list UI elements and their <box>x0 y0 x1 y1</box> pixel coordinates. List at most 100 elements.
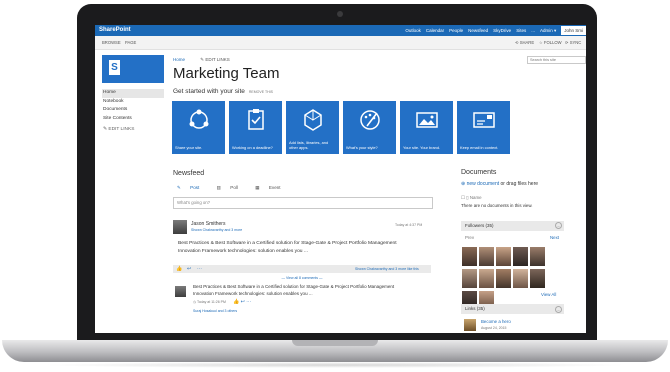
publisher-tabs: ✎ Post ▥ Poll ▦ Event <box>177 185 297 191</box>
search-input[interactable]: Search this site <box>527 56 586 64</box>
view-all-comments[interactable]: — View all 8 comments — <box>173 276 431 280</box>
suite-link-calendar[interactable]: Calendar <box>426 28 444 33</box>
documents-heading: Documents <box>461 169 497 176</box>
tab-event-label: Event <box>268 185 281 190</box>
suite-link-sites[interactable]: Sites <box>516 28 526 33</box>
tile-brand-label: Your site. Your brand. <box>403 145 441 151</box>
new-document-label: new document <box>466 181 500 187</box>
follower-avatar[interactable] <box>513 269 528 288</box>
link-title[interactable]: Become a hero <box>481 319 511 324</box>
documents-column: ☐ ▯ Name <box>461 195 482 201</box>
nav-item-home[interactable]: Home <box>102 89 164 98</box>
reply-avatar[interactable] <box>175 286 186 297</box>
edit-links-button[interactable]: ✎ EDIT LINKS <box>102 126 164 135</box>
post-text-line2: Innovation Framework technologies: solut… <box>178 248 308 254</box>
links-heading: Links (35) <box>465 306 485 311</box>
follower-avatar[interactable] <box>496 269 511 288</box>
followers-view-all[interactable]: View All <box>541 292 556 297</box>
follower-avatar[interactable] <box>462 247 477 266</box>
breadcrumb-home[interactable]: Home <box>173 57 185 62</box>
more-icon[interactable]: ⋯ <box>197 266 202 272</box>
nav-item-notebook[interactable]: Notebook <box>102 98 164 107</box>
follower-avatar[interactable] <box>530 247 545 266</box>
page-title: Marketing Team <box>173 65 280 82</box>
suite-link-people[interactable]: People <box>449 28 463 33</box>
breadcrumb-edit-links[interactable]: ✎ EDIT LINKS <box>200 57 229 62</box>
tile-add-apps[interactable]: Add lists, libraries, and other apps. <box>286 101 339 154</box>
camera-icon <box>337 11 343 17</box>
get-started-text: Get started with your site <box>173 88 245 95</box>
nav-item-site-contents[interactable]: Site Contents <box>102 115 164 124</box>
tile-email[interactable]: Keep email in context. <box>457 101 510 154</box>
quick-launch: Home Notebook Documents Site Contents ✎ … <box>102 89 164 135</box>
suite-link-admin[interactable]: Admin ▾ <box>540 28 556 34</box>
link-thumbnail[interactable] <box>464 319 476 331</box>
site-logo[interactable]: S <box>102 55 164 83</box>
follower-avatar[interactable] <box>513 247 528 266</box>
landscape-image-icon <box>416 112 438 128</box>
tab-poll[interactable]: ▥ Poll <box>217 185 246 190</box>
tab-post[interactable]: ✎ Post <box>177 185 207 190</box>
get-started-heading: Get started with your site REMOVE THIS <box>173 88 273 95</box>
poll-icon: ▥ <box>216 185 221 190</box>
post-input[interactable]: What's going on? <box>173 197 433 209</box>
get-started-tiles: Share your site. Working on a deadline? … <box>172 101 514 154</box>
sharepoint-brand[interactable]: SharePoint <box>99 27 131 33</box>
new-document-link[interactable]: ⊕ new document <box>461 181 499 187</box>
search-placeholder: Search this site <box>530 58 556 62</box>
drag-files-text: or drag files here <box>500 181 539 187</box>
followers-prev[interactable]: Prev <box>465 235 474 240</box>
tab-event[interactable]: ▦ Event <box>255 185 288 190</box>
post-input-placeholder: What's going on? <box>177 200 211 205</box>
tile-share[interactable]: Share your site. <box>172 101 225 154</box>
tile-style[interactable]: What's your style? <box>343 101 396 154</box>
follower-avatar[interactable] <box>496 247 511 266</box>
link-date: August 24, 2015 <box>481 326 507 330</box>
suite-link-newsfeed[interactable]: Newsfeed <box>468 28 488 33</box>
tile-brand[interactable]: Your site. Your brand. <box>400 101 453 154</box>
laptop-shadow <box>40 362 630 368</box>
tab-post-label: Post <box>190 185 200 190</box>
collapse-icon[interactable]: – <box>555 222 562 229</box>
avatar[interactable] <box>173 220 187 234</box>
tab-browse[interactable]: BROWSE <box>102 40 121 45</box>
followers-heading: Followers (35) <box>465 223 494 228</box>
post-author[interactable]: Jason Smithers <box>191 221 225 227</box>
post-meta[interactable]: Shown Chakravarthy and 3 more <box>191 228 242 232</box>
collapse-icon[interactable]: – <box>555 306 562 313</box>
remove-this-link[interactable]: REMOVE THIS <box>249 90 273 94</box>
suite-link-outlook[interactable]: Outlook <box>405 28 421 33</box>
reply-icon[interactable]: ↩ <box>187 266 191 272</box>
edit-links-label: EDIT LINKS <box>205 57 230 62</box>
nav-item-documents[interactable]: Documents <box>102 106 164 115</box>
reply-time: Today at 11:26 PM <box>196 300 226 304</box>
clock-icon: ◷ <box>193 300 197 304</box>
tile-email-label: Keep email in context. <box>460 145 499 151</box>
mail-card-icon <box>473 112 495 128</box>
reply-like-icon[interactable]: 👍 ↩ ⋯ <box>233 299 251 305</box>
suite-link-more[interactable]: ... <box>531 28 535 33</box>
reply-likes[interactable]: Suraj Hosakuul and 3 others <box>193 309 237 313</box>
pencil-icon: ✎ <box>103 127 108 132</box>
tile-share-label: Share your site. <box>175 145 203 151</box>
tile-style-label: What's your style? <box>346 145 378 151</box>
follower-avatar[interactable] <box>462 269 477 288</box>
post-likes[interactable]: Shown Chakravarthy and 3 more like this <box>355 267 419 271</box>
reply-time-wrap: ◷ Today at 11:26 PM <box>193 300 226 304</box>
follower-avatar[interactable] <box>479 247 494 266</box>
user-menu[interactable]: John Smi <box>561 26 586 35</box>
follower-avatar[interactable] <box>530 269 545 288</box>
share-button[interactable]: ⟲ SHARE <box>515 40 534 45</box>
tab-page[interactable]: PAGE <box>125 40 136 45</box>
document-file-icon: ▯ <box>466 195 469 200</box>
post-actions: 👍 ↩ ⋯ Shown Chakravarthy and 3 more like… <box>173 265 431 273</box>
suite-link-skydrive[interactable]: SkyDrive <box>493 28 511 33</box>
like-icon[interactable]: 👍 <box>176 266 182 272</box>
follower-avatar[interactable] <box>479 269 494 288</box>
select-all-checkbox[interactable]: ☐ <box>461 195 465 200</box>
column-name[interactable]: Name <box>470 195 482 200</box>
follow-button[interactable]: ☆ FOLLOW <box>539 40 562 45</box>
followers-next[interactable]: Next <box>550 235 559 240</box>
tile-deadline[interactable]: Working on a deadline? <box>229 101 282 154</box>
sync-button[interactable]: ⟳ SYNC <box>565 40 581 45</box>
